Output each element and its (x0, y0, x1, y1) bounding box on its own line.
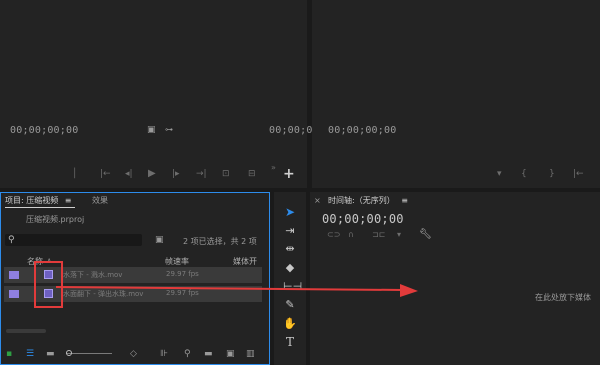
drag-arrow (55, 284, 418, 297)
